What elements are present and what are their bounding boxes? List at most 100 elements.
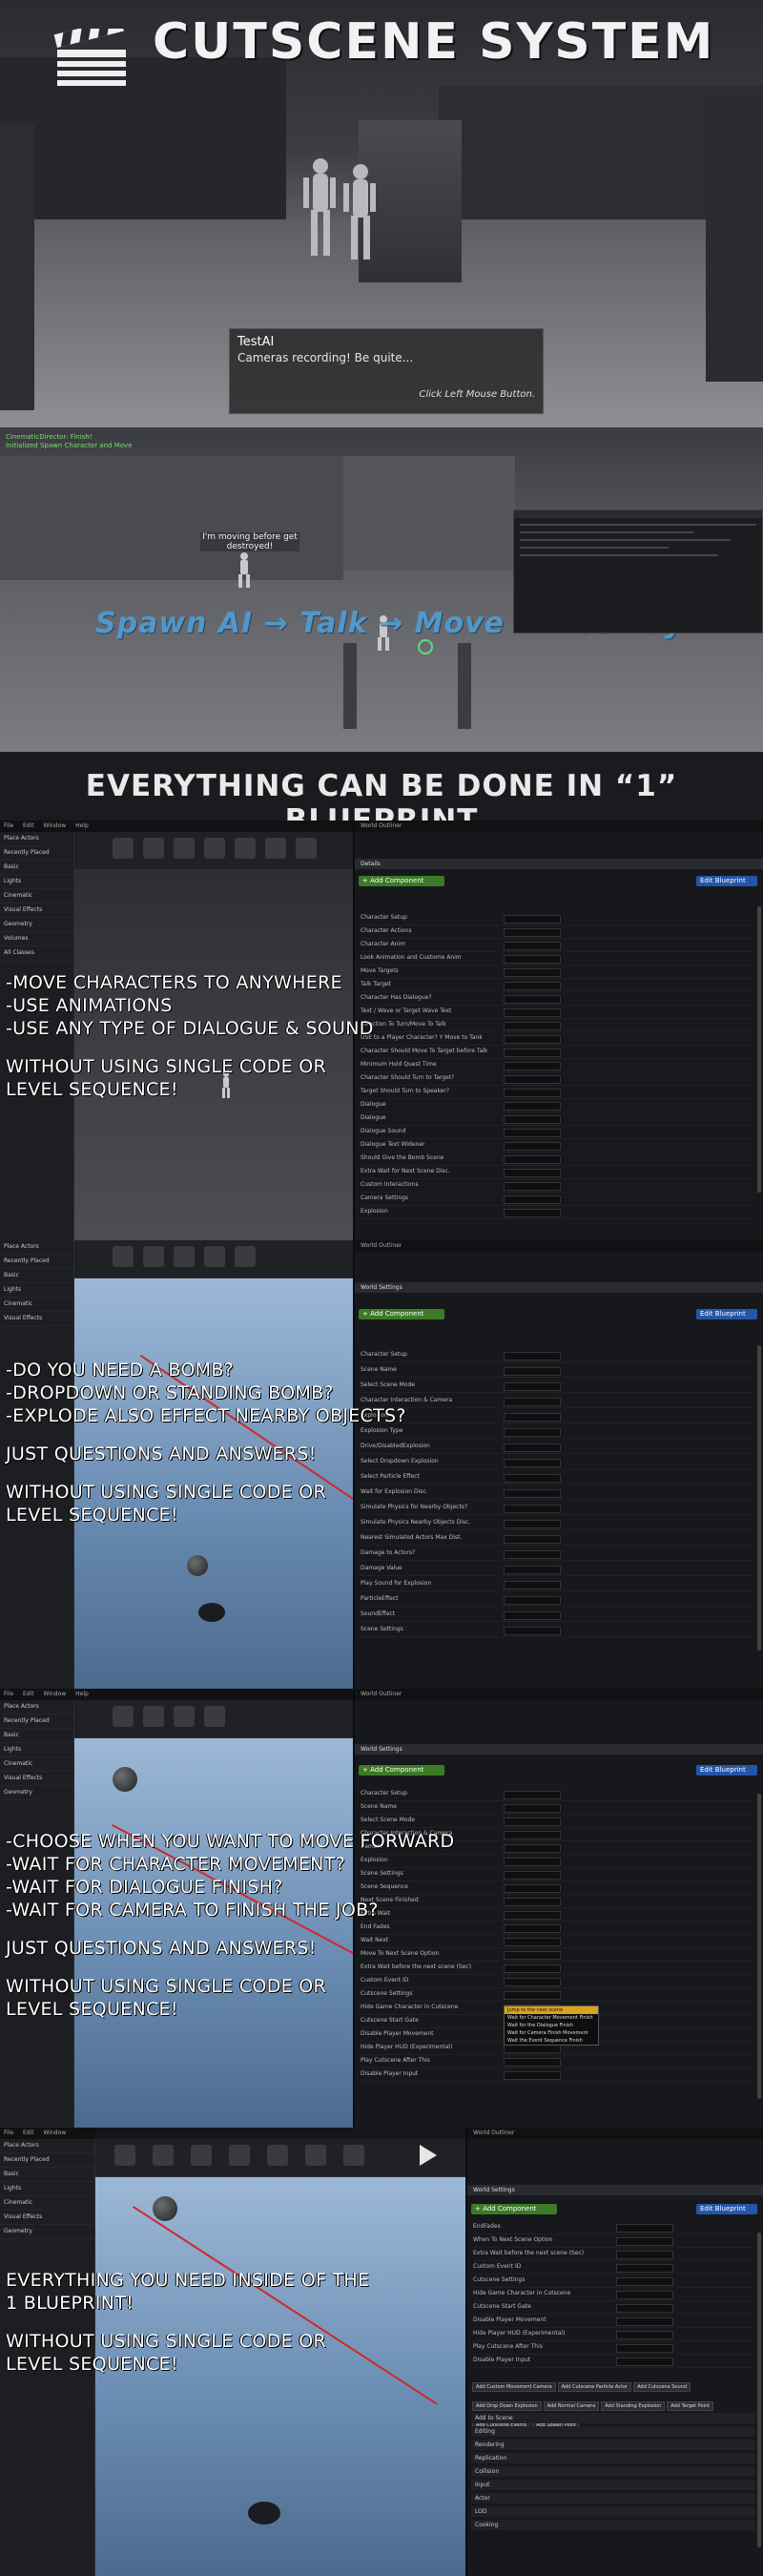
scrollbar[interactable]	[757, 1794, 761, 2099]
property-row[interactable]: Scene Name	[361, 1366, 753, 1378]
property-value-field[interactable]	[504, 1367, 561, 1376]
property-row[interactable]: Damage to Actors?	[361, 1549, 753, 1561]
property-value-field[interactable]	[504, 1911, 561, 1920]
property-value-field[interactable]	[504, 1858, 561, 1866]
place-actors-item[interactable]: Geometry	[0, 1786, 73, 1800]
property-value-field[interactable]	[504, 1791, 561, 1799]
property-value-field[interactable]	[504, 1844, 561, 1853]
world-settings-tab[interactable]: World Settings	[467, 2185, 763, 2195]
property-row[interactable]: Hide Game Character in Cutscene	[473, 2290, 753, 2301]
property-value-field[interactable]	[504, 1413, 561, 1422]
property-row[interactable]: Wait for Explosion Disc.	[361, 1488, 753, 1500]
property-value-field[interactable]	[504, 1611, 561, 1620]
property-value-field[interactable]	[504, 1155, 561, 1164]
toolbar-button[interactable]	[267, 2145, 288, 2166]
property-row[interactable]: Nearest Simulated Actors Max Dist.	[361, 1534, 753, 1546]
dropdown-option[interactable]: Wait the Event Sequence Finish	[505, 2037, 598, 2045]
place-actors-item[interactable]: Geometry	[0, 918, 73, 932]
property-value-field[interactable]	[504, 1898, 561, 1906]
category-section[interactable]: Actor	[471, 2493, 755, 2503]
place-actors-item[interactable]: Cinematic	[0, 2196, 94, 2211]
place-actors-item[interactable]: Cinematic	[0, 889, 73, 904]
property-value-field[interactable]	[616, 2358, 673, 2366]
toolbar-button[interactable]	[235, 1246, 256, 1267]
property-row[interactable]: Select Scene Mode	[361, 1817, 753, 1828]
property-row[interactable]: Play Cutscene After This	[361, 2057, 753, 2068]
property-row[interactable]: Select Dropdown Explosion	[361, 1458, 753, 1469]
property-value-field[interactable]	[504, 1459, 561, 1467]
edit-blueprint-button[interactable]: Edit Blueprint	[696, 1765, 757, 1776]
property-row[interactable]: Explosion	[361, 1208, 753, 1219]
property-value-field[interactable]	[616, 2277, 673, 2286]
menu-help[interactable]: Help	[75, 1691, 89, 1697]
category-section[interactable]: Collision	[471, 2466, 755, 2477]
world-settings-tab[interactable]: World Settings	[355, 1744, 763, 1755]
category-section[interactable]: Add to Scene	[471, 2413, 755, 2423]
property-value-field[interactable]	[504, 955, 561, 964]
property-value-field[interactable]	[616, 2304, 673, 2313]
property-row[interactable]: Character Interaction & Camera	[361, 1397, 753, 1408]
property-row[interactable]: Drive/DisabledExplosion	[361, 1443, 753, 1454]
property-row[interactable]: Camera Settings	[361, 1195, 753, 1206]
toolbar-button[interactable]	[204, 1706, 225, 1727]
property-row[interactable]: Play Sound for Explosion	[361, 1580, 753, 1591]
property-row[interactable]: Character Has Dialogue?	[361, 994, 753, 1006]
level-viewport[interactable]	[95, 2177, 465, 2576]
property-value-field[interactable]	[504, 995, 561, 1004]
place-actors-item[interactable]: Cinematic	[0, 1757, 73, 1772]
add-component-button[interactable]: + Add Component	[359, 1309, 444, 1319]
place-actors-item[interactable]: Visual Effects	[0, 2211, 94, 2225]
menu-edit[interactable]: Edit	[23, 1691, 34, 1697]
toolbar-button[interactable]	[143, 838, 164, 859]
place-actors-item[interactable]: Basic	[0, 1269, 73, 1283]
property-value-field[interactable]	[504, 1991, 561, 2000]
property-row[interactable]: Scene Settings	[361, 1626, 753, 1637]
property-value-field[interactable]	[504, 1596, 561, 1605]
place-actors-item[interactable]: Visual Effects	[0, 1312, 73, 1326]
property-row[interactable]: Extra Wait before the next scene (Sec)	[473, 2250, 753, 2261]
place-actors-item[interactable]: Recently Placed	[0, 1255, 73, 1269]
category-section[interactable]: LOD	[471, 2506, 755, 2517]
property-row[interactable]: When To Next Scene Option	[473, 2236, 753, 2248]
property-row[interactable]: Disable Player Input	[473, 2357, 753, 2368]
property-value-field[interactable]	[504, 1102, 561, 1111]
place-actors-item[interactable]: Lights	[0, 875, 73, 889]
details-tab[interactable]: Details	[355, 859, 763, 869]
property-value-field[interactable]	[504, 1035, 561, 1044]
property-value-field[interactable]	[504, 1049, 561, 1057]
property-row[interactable]: Extra Wait for Next Scene Disc.	[361, 1168, 753, 1179]
property-value-field[interactable]	[504, 982, 561, 990]
dropdown-option[interactable]: Wait for the Dialogue Finish	[505, 2022, 598, 2029]
property-row[interactable]: Dialogue	[361, 1101, 753, 1112]
play-icon[interactable]	[420, 2145, 437, 2166]
property-row[interactable]: Character Should Move To Target before T…	[361, 1048, 753, 1059]
place-actors-item[interactable]: Place Actors	[0, 2139, 94, 2153]
place-actors-item[interactable]: Lights	[0, 1283, 73, 1298]
place-actors-item[interactable]: Volumes	[0, 932, 73, 946]
edit-blueprint-button[interactable]: Edit Blueprint	[696, 1309, 757, 1319]
property-value-field[interactable]	[504, 2045, 561, 2053]
menu-window[interactable]: Window	[44, 1691, 67, 1697]
property-value-field[interactable]	[504, 1089, 561, 1097]
property-value-field[interactable]	[504, 1978, 561, 1986]
place-actors-item[interactable]: Recently Placed	[0, 846, 73, 861]
property-value-field[interactable]	[504, 942, 561, 950]
category-section[interactable]: Editing	[471, 2426, 755, 2437]
category-section[interactable]: Rendering	[471, 2440, 755, 2450]
property-row[interactable]: Explosion	[361, 1412, 753, 1423]
property-value-field[interactable]	[504, 1195, 561, 1204]
toolbar-button[interactable]	[114, 2145, 135, 2166]
menu-file[interactable]: File	[4, 1691, 13, 1697]
toolbar-button[interactable]	[204, 838, 225, 859]
property-row[interactable]: Character Setup	[361, 1790, 753, 1801]
property-row[interactable]: Look Animation and Custome Anim	[361, 954, 753, 966]
property-row[interactable]: Hide Player HUD (Experimental)	[473, 2330, 753, 2341]
scrollbar[interactable]	[757, 2233, 761, 2547]
property-row[interactable]: Character Actions	[361, 927, 753, 939]
property-row[interactable]: Disable Player Movement	[473, 2316, 753, 2328]
property-value-field[interactable]	[504, 1352, 561, 1361]
add-component-button[interactable]: + Add Component	[359, 876, 444, 886]
property-value-field[interactable]	[504, 1169, 561, 1177]
property-value-field[interactable]	[504, 1489, 561, 1498]
property-row[interactable]: Play Cutscene After This	[473, 2343, 753, 2355]
